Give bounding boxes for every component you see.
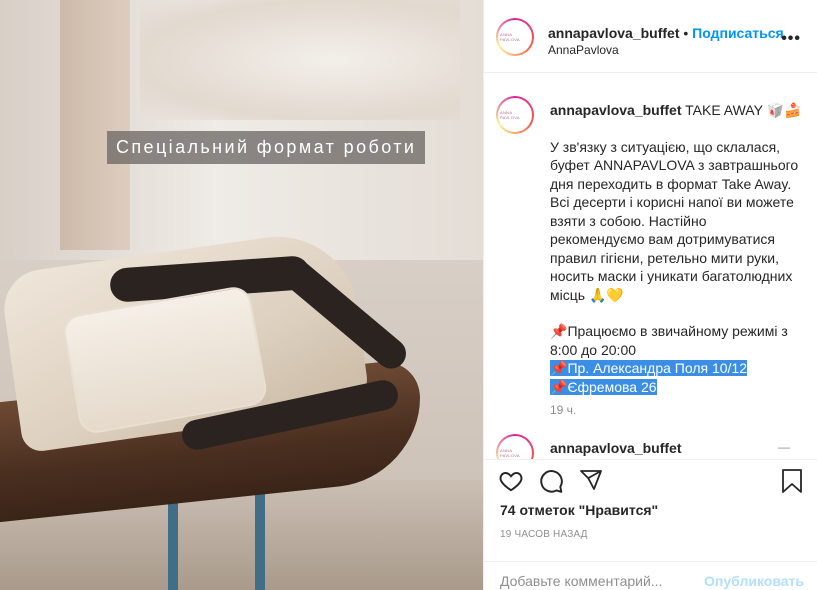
action-icons <box>496 468 804 496</box>
caption-body-emoji: 🙏💛 <box>588 286 624 303</box>
caption-hours: Працюємо в звичайному режимі з 8:00 до 2… <box>550 323 788 358</box>
comment-username[interactable]: annapavlova_buffet <box>550 440 681 456</box>
comment-icon[interactable] <box>538 468 564 494</box>
avatar[interactable]: ANNA PAVLOVA <box>496 434 534 459</box>
caption-address-1: Пр. Александра Поля 10/12 <box>567 360 748 376</box>
share-icon[interactable] <box>579 468 603 492</box>
more-options-button[interactable]: ••• <box>781 30 801 48</box>
post-header: ANNA PAVLOVA annapavlova_buffet • Подпис… <box>484 0 817 73</box>
photo-chair <box>60 0 130 250</box>
caption-body: У зв'язку з ситуацією, що склалася, буфе… <box>550 138 799 303</box>
caption-title: TAKE AWAY <box>685 102 763 118</box>
pin-icon: 📌 <box>550 323 568 339</box>
bookmark-icon[interactable] <box>780 468 804 494</box>
post-panel: ANNA PAVLOVA annapavlova_buffet • Подпис… <box>483 0 817 590</box>
follow-button[interactable]: Подписаться <box>692 25 784 41</box>
pin-icon: 📌 <box>550 360 568 376</box>
caption-text: annapavlova_buffet TAKE AWAY 🥡🍰 У зв'язк… <box>550 101 802 396</box>
header-separator: • <box>679 25 693 41</box>
header-username[interactable]: annapavlova_buffet <box>548 25 679 41</box>
caption-title-emoji: 🥡🍰 <box>766 102 802 118</box>
caption-username[interactable]: annapavlova_buffet <box>550 102 681 118</box>
likes-count[interactable]: 74 отметок "Нравится" <box>500 502 658 518</box>
header-username-line: annapavlova_buffet • Подписаться <box>548 25 784 41</box>
avatar-logo-text: ANNA PAVLOVA <box>500 32 520 42</box>
post-photo[interactable]: Спеціальний формат роботи <box>0 0 483 590</box>
post-timestamp[interactable]: 19 ЧАСОВ НАЗАД <box>500 529 588 540</box>
heart-icon[interactable] <box>498 468 524 494</box>
comments-area[interactable]: ANNA PAVLOVA annapavlova_buffet TAKE AWA… <box>484 74 817 459</box>
photo-blur <box>140 0 460 120</box>
pin-icon: 📌 <box>550 378 568 395</box>
header-location[interactable]: AnnaPavlova <box>548 43 619 57</box>
caption-address-2: Єфремова 26 <box>567 378 657 395</box>
avatar-logo-text: ANNA PAVLOVA <box>500 110 520 120</box>
publish-button[interactable]: Опубликовать <box>704 573 804 589</box>
add-comment-bar: Добавьте комментарий... Опубликовать <box>484 561 817 590</box>
caption-time[interactable]: 19 ч. <box>550 403 576 417</box>
avatar[interactable]: ANNA PAVLOVA <box>496 18 534 56</box>
avatar[interactable]: ANNA PAVLOVA <box>496 96 534 134</box>
post-actions: 74 отметок "Нравится" 19 ЧАСОВ НАЗАД Доб… <box>484 459 817 590</box>
comment-input[interactable]: Добавьте комментарий... <box>500 573 662 589</box>
avatar-logo-text: ANNA PAVLOVA <box>500 448 520 458</box>
photo-overlay-title: Спеціальний формат роботи <box>107 131 426 164</box>
comment-dots: — <box>778 440 790 454</box>
